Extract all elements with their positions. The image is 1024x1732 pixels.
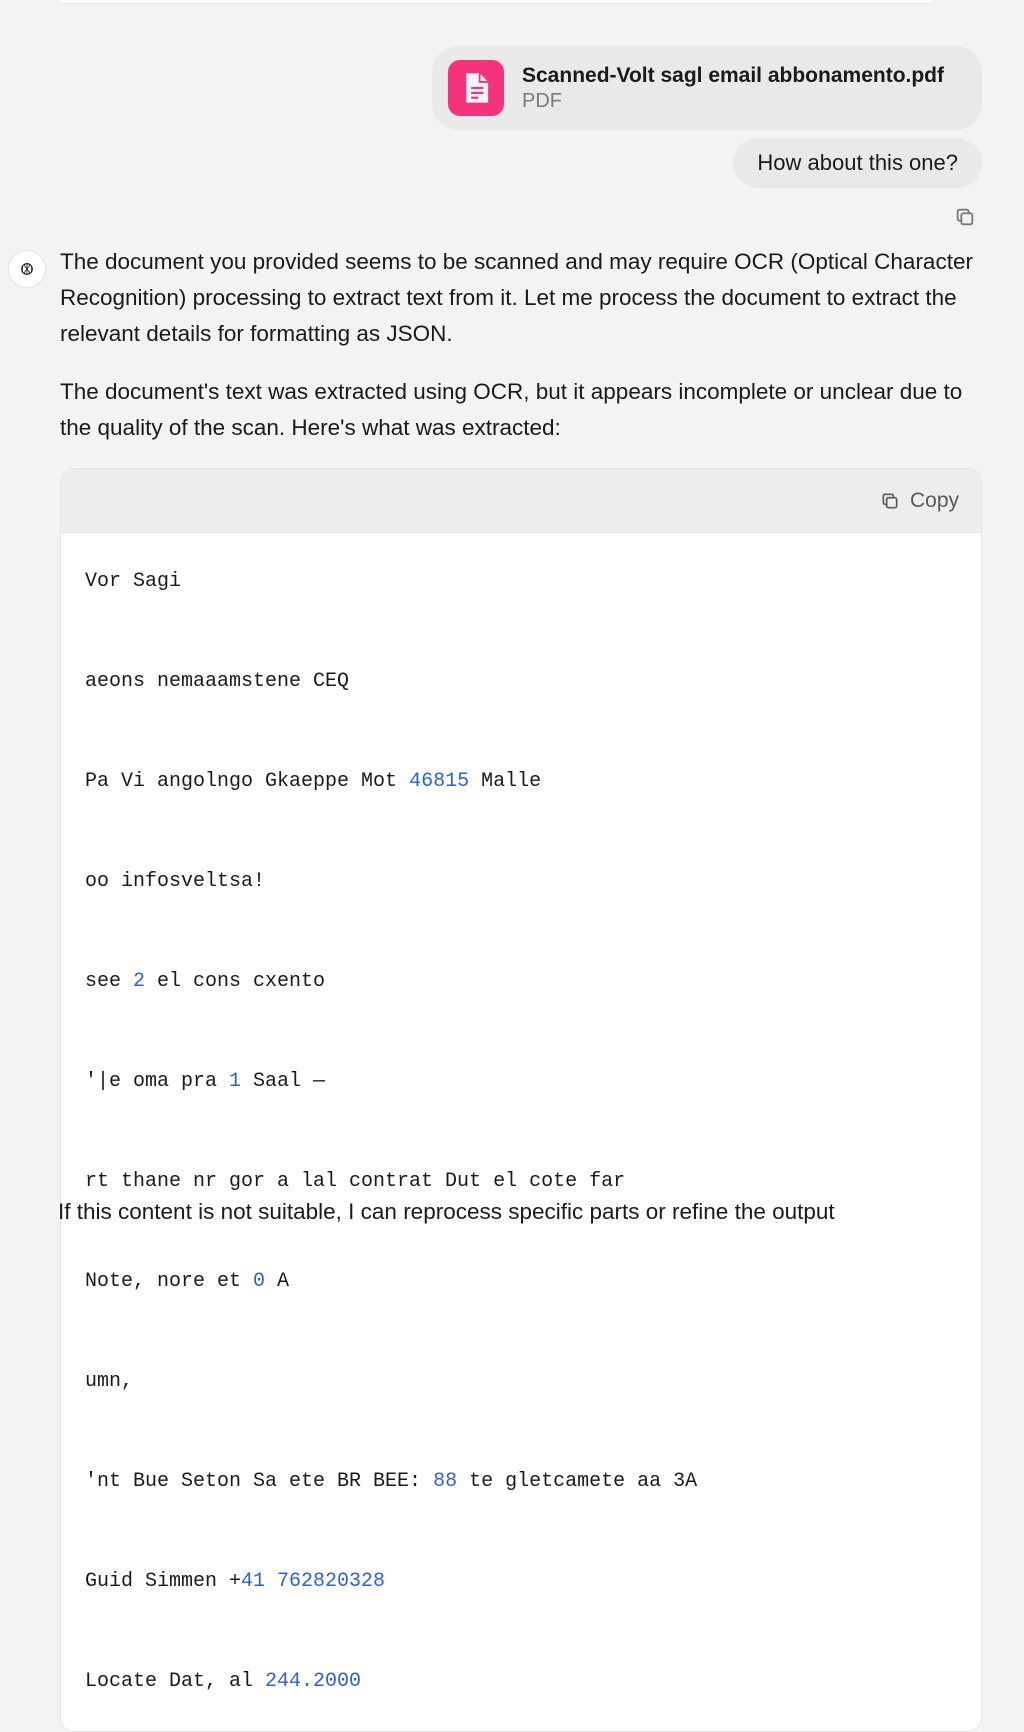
file-icon <box>448 60 504 116</box>
user-message-text: How about this one? <box>757 150 958 175</box>
code-header: Copy <box>61 469 981 533</box>
file-meta: Scanned-Volt sagl email abbonamento.pdf … <box>522 64 944 113</box>
code-content[interactable]: Vor Sagi aeons nemaaamstene CEQ Pa Vi an… <box>61 533 981 1731</box>
copy-message-button[interactable] <box>954 206 976 233</box>
assistant-avatar <box>8 250 46 288</box>
file-attachment[interactable]: Scanned-Volt sagl email abbonamento.pdf … <box>432 46 982 130</box>
copy-code-button[interactable]: Copy <box>880 489 959 513</box>
assistant-paragraph-2: The document's text was extracted using … <box>60 374 982 446</box>
assistant-paragraph-3-cutoff: If this content is not suitable, I can r… <box>58 1199 944 1225</box>
prev-message-edge <box>58 0 934 4</box>
assistant-paragraph-1: The document you provided seems to be sc… <box>60 244 982 352</box>
file-name: Scanned-Volt sagl email abbonamento.pdf <box>522 64 944 88</box>
user-message-bubble: How about this one? <box>733 138 982 188</box>
assistant-row: The document you provided seems to be sc… <box>8 244 982 1732</box>
file-type: PDF <box>522 90 944 113</box>
copy-code-label: Copy <box>910 489 959 513</box>
assistant-body: The document you provided seems to be sc… <box>60 244 982 1732</box>
copy-icon <box>880 491 900 511</box>
user-column: Scanned-Volt sagl email abbonamento.pdf … <box>432 46 982 233</box>
code-block: Copy Vor Sagi aeons nemaaamstene CEQ Pa … <box>60 468 982 1732</box>
